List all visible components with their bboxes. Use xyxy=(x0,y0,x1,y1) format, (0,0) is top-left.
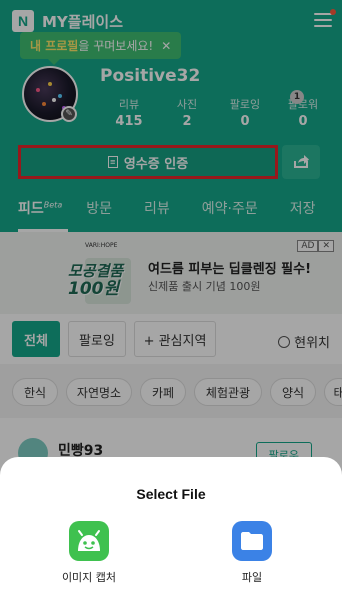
android-icon xyxy=(69,521,109,561)
option-image-capture[interactable]: 이미지 캡처 xyxy=(44,521,134,585)
option-file-label: 파일 xyxy=(241,571,263,584)
option-image-capture-label: 이미지 캡처 xyxy=(61,571,117,584)
sheet-title: Select File xyxy=(136,486,206,502)
option-file[interactable]: 파일 xyxy=(207,521,297,585)
folder-icon xyxy=(232,521,272,561)
select-file-sheet: Select File 이미지 캡처 파일 xyxy=(0,457,342,599)
